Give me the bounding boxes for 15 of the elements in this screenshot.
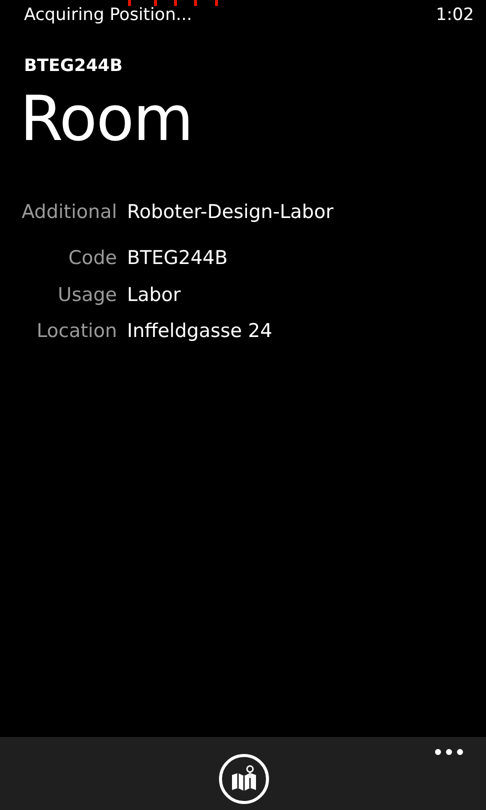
field-value: Labor bbox=[127, 282, 181, 308]
page-title: Room bbox=[19, 80, 193, 150]
field-value: Roboter-Design-Labor bbox=[127, 200, 334, 224]
field-label: Usage bbox=[56, 282, 118, 308]
map-icon bbox=[230, 765, 258, 793]
field-label: Additional bbox=[20, 200, 118, 224]
field-value: BTEG244B bbox=[127, 246, 228, 271]
app-title: BTEG244B bbox=[23, 55, 123, 78]
clock: 1:02 bbox=[436, 4, 474, 27]
field-value: Inffeldgasse 24 bbox=[127, 319, 272, 344]
field-label: Code bbox=[67, 246, 118, 271]
status-text: Acquiring Position... bbox=[24, 4, 192, 27]
map-button[interactable] bbox=[219, 754, 269, 804]
more-icon[interactable] bbox=[434, 747, 464, 757]
field-label: Location bbox=[36, 319, 118, 344]
